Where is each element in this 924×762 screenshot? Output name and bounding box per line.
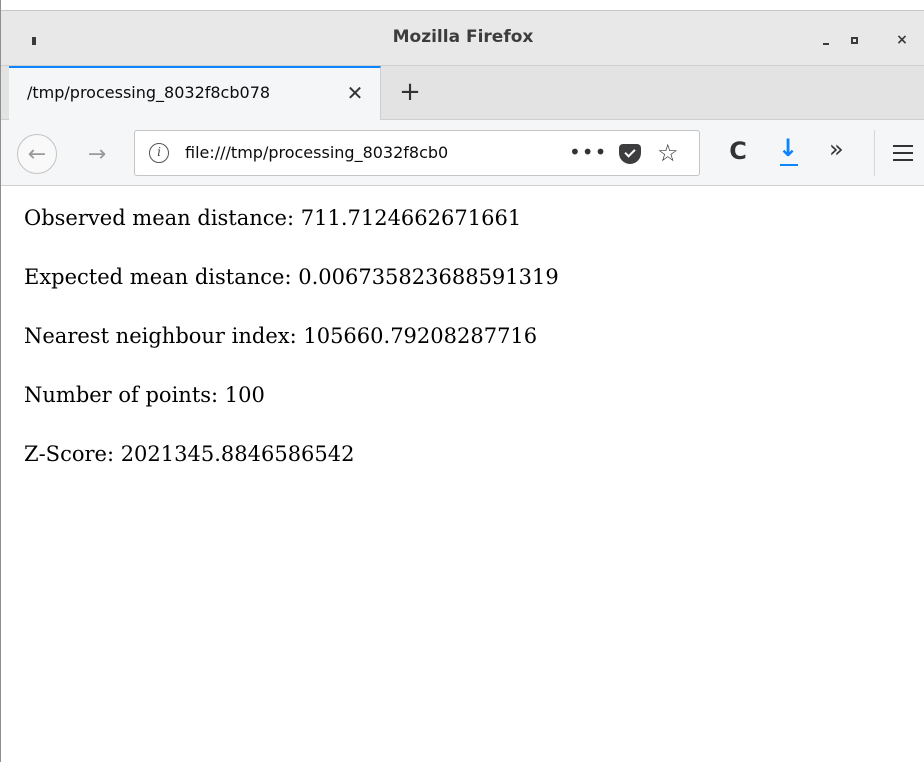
nearest-neighbour-index: Nearest neighbour index: 105660.79208287… xyxy=(24,324,538,348)
tab-close-icon[interactable]: ✕ xyxy=(343,81,367,105)
window-title: Mozilla Firefox xyxy=(392,27,534,47)
overflow-menu-icon[interactable]: » xyxy=(829,135,844,163)
back-button[interactable]: ← xyxy=(17,134,57,174)
minimize-icon xyxy=(823,43,829,45)
browser-window: Mozilla Firefox × /tmp/processing_8032f8… xyxy=(0,0,924,762)
page-content: Observed mean distance: 711.712466267166… xyxy=(2,187,924,762)
title-bar: Mozilla Firefox × xyxy=(1,10,924,66)
new-tab-button[interactable]: + xyxy=(395,77,425,107)
navigation-toolbar: ← → i file:///tmp/processing_8032f8cb0 •… xyxy=(1,120,924,186)
hamburger-menu-icon[interactable] xyxy=(893,145,913,161)
expected-mean-distance: Expected mean distance: 0.00673582368859… xyxy=(24,265,559,289)
site-info-icon[interactable]: i xyxy=(149,143,169,163)
pocket-icon[interactable] xyxy=(619,144,641,164)
page-actions-icon[interactable]: ••• xyxy=(569,140,607,164)
tab-title: /tmp/processing_8032f8cb078 xyxy=(27,83,271,102)
forward-button[interactable]: → xyxy=(81,138,113,170)
download-icon: ↓ xyxy=(778,134,799,162)
observed-mean-distance: Observed mean distance: 711.712466267166… xyxy=(24,206,522,230)
url-text[interactable]: file:///tmp/processing_8032f8cb0 xyxy=(185,143,515,162)
reload-button[interactable]: C xyxy=(723,137,753,167)
maximize-button[interactable] xyxy=(843,29,865,51)
maximize-icon xyxy=(850,36,858,44)
toolbar-separator xyxy=(874,130,875,176)
minimize-button[interactable] xyxy=(815,29,837,51)
tab-strip: /tmp/processing_8032f8cb078 ✕ + xyxy=(1,66,924,120)
tab-active[interactable]: /tmp/processing_8032f8cb078 ✕ xyxy=(9,66,381,120)
url-bar[interactable]: i file:///tmp/processing_8032f8cb0 ••• ☆ xyxy=(134,130,700,176)
number-of-points: Number of points: 100 xyxy=(24,383,265,407)
close-window-button[interactable]: × xyxy=(891,29,913,51)
z-score: Z-Score: 2021345.8846586542 xyxy=(24,442,355,466)
downloads-button[interactable]: ↓ xyxy=(773,134,803,168)
bookmark-star-icon[interactable]: ☆ xyxy=(657,139,679,167)
